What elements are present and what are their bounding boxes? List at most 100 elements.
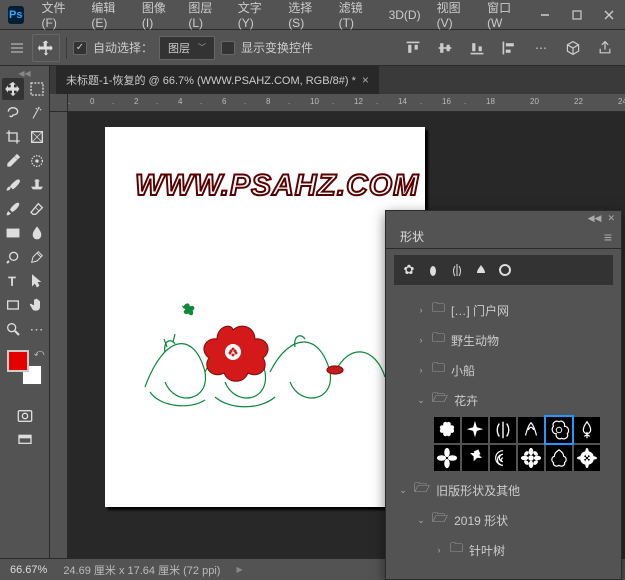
hand-tool[interactable] <box>26 294 48 316</box>
show-transform-checkbox[interactable] <box>221 41 235 55</box>
move-tool-indicator[interactable] <box>32 34 60 62</box>
zoom-tool[interactable] <box>2 318 24 340</box>
window-controls <box>529 0 625 30</box>
shape-preview-1[interactable]: ✿ <box>398 259 420 281</box>
menu-3d[interactable]: 3D(D) <box>381 8 429 22</box>
minimize-button[interactable] <box>529 0 561 30</box>
autoselect-dropdown[interactable]: 图层 ﹀ <box>159 36 215 60</box>
shape-thumb[interactable] <box>518 445 544 471</box>
tree-item-flower[interactable]: ⌄ 🗁 花卉 <box>386 385 621 415</box>
3d-mode-icon[interactable] <box>561 36 585 60</box>
tree-item-conifer[interactable]: › 🗀 针叶树 <box>386 535 621 565</box>
eraser-tool[interactable] <box>26 198 48 220</box>
blur-tool[interactable] <box>26 222 48 244</box>
chevron-down-icon: ⌄ <box>416 515 426 526</box>
shape-thumb[interactable] <box>434 445 460 471</box>
shapes-panel[interactable]: ◀◀ ✕ 形状 ≡ ✿ › 🗀 […] 门户网 › 🗀 野生动物 › 🗀 小船 … <box>385 210 622 580</box>
history-brush-tool[interactable] <box>2 198 24 220</box>
shape-thumb[interactable] <box>518 417 544 443</box>
tree-label: […] 门户网 <box>451 302 509 319</box>
rectangle-tool[interactable] <box>2 294 24 316</box>
vertical-ruler[interactable] <box>50 112 68 558</box>
type-tool[interactable]: T <box>2 270 24 292</box>
clone-stamp-tool[interactable] <box>26 174 48 196</box>
tree-label: 旧版形状及其他 <box>436 482 520 499</box>
autoselect-checkbox[interactable]: ✓ <box>73 41 87 55</box>
frame-tool[interactable] <box>26 126 48 148</box>
document-dimensions: 24.69 厘米 x 17.64 厘米 (72 ppi) <box>63 562 220 578</box>
align-left-icon[interactable] <box>497 36 521 60</box>
panel-menu-icon[interactable]: ≡ <box>604 229 613 245</box>
options-menu-icon[interactable] <box>8 42 26 54</box>
panel-close-icon[interactable]: ✕ <box>607 213 615 224</box>
shape-thumb[interactable] <box>490 417 516 443</box>
menu-edit[interactable]: 编辑(E) <box>83 0 133 30</box>
status-menu-icon[interactable]: ▶ <box>236 565 242 574</box>
panel-collapse-icon[interactable]: ◀◀ <box>588 213 602 224</box>
shape-thumb[interactable] <box>546 445 572 471</box>
menu-image[interactable]: 图像(I) <box>134 0 180 30</box>
shape-thumb-selected[interactable] <box>546 417 572 443</box>
align-vcenter-icon[interactable] <box>433 36 457 60</box>
path-select-tool[interactable] <box>26 270 48 292</box>
align-more-icon[interactable]: ⋯ <box>529 36 553 60</box>
close-button[interactable] <box>593 0 625 30</box>
foreground-swatch[interactable] <box>7 350 29 372</box>
dodge-tool[interactable] <box>2 246 24 268</box>
folder-icon: 🗀 <box>432 329 445 351</box>
tree-label: 花卉 <box>454 392 478 409</box>
tab-close-icon[interactable]: × <box>362 73 369 87</box>
brush-tool[interactable] <box>2 174 24 196</box>
shape-thumb[interactable] <box>434 417 460 443</box>
shape-preview-5[interactable] <box>494 259 516 281</box>
shape-thumb[interactable] <box>574 417 600 443</box>
edit-toolbar[interactable]: ⋯ <box>26 318 48 340</box>
move-tool[interactable] <box>2 78 24 100</box>
align-bottom-icon[interactable] <box>465 36 489 60</box>
toolbox-collapse[interactable]: ◀◀ <box>0 68 49 78</box>
align-top-icon[interactable] <box>401 36 425 60</box>
swap-colors-icon[interactable]: ⤺ <box>34 348 45 359</box>
shape-thumb[interactable] <box>490 445 516 471</box>
tree-item-wild[interactable]: › 🗀 野生动物 <box>386 325 621 355</box>
share-icon[interactable] <box>593 36 617 60</box>
shapes-tab[interactable]: 形状 <box>394 224 430 249</box>
crop-tool[interactable] <box>2 126 24 148</box>
horizontal-ruler[interactable]: .0.2.4.6.8.10.12.14.16.18202224 <box>68 94 625 112</box>
screenmode-tool[interactable] <box>13 430 37 450</box>
menu-layer[interactable]: 图层(L) <box>180 0 229 30</box>
marquee-tool[interactable] <box>26 78 48 100</box>
shape-thumb[interactable] <box>462 445 488 471</box>
document-tab[interactable]: 未标题-1-恢复的 @ 66.7% (WWW.PSAHZ.COM, RGB/8#… <box>56 66 379 94</box>
title-bar: Ps 文件(F) 编辑(E) 图像(I) 图层(L) 文字(Y) 选择(S) 滤… <box>0 0 625 30</box>
tree-label: 2019 形状 <box>454 512 508 529</box>
quickmask-tool[interactable] <box>13 406 37 426</box>
menu-type[interactable]: 文字(Y) <box>230 0 280 30</box>
menu-select[interactable]: 选择(S) <box>280 0 330 30</box>
shape-preview-4[interactable] <box>470 259 492 281</box>
maximize-button[interactable] <box>561 0 593 30</box>
lasso-tool[interactable] <box>2 102 24 124</box>
menu-file[interactable]: 文件(F) <box>34 0 84 30</box>
document-canvas[interactable]: WWW.PSAHZ.COM <box>105 127 425 507</box>
pen-tool[interactable] <box>26 246 48 268</box>
color-swatches[interactable]: ⤺ <box>7 350 43 386</box>
menu-view[interactable]: 视图(V) <box>429 0 479 30</box>
tree-item-2019[interactable]: ⌄ 🗁 2019 形状 <box>386 505 621 535</box>
shape-thumb[interactable] <box>574 445 600 471</box>
shape-preview-2[interactable] <box>422 259 444 281</box>
tree-item-boat[interactable]: › 🗀 小船 <box>386 355 621 385</box>
eyedropper-tool[interactable] <box>2 150 24 172</box>
menu-window[interactable]: 窗口(W <box>479 0 529 30</box>
tree-item-legacy[interactable]: ⌄ 🗁 旧版形状及其他 <box>386 475 621 505</box>
zoom-level[interactable]: 66.67% <box>10 564 47 576</box>
tree-item-cut[interactable]: › 🗀 […] 门户网 <box>386 295 621 325</box>
autoselect-label: 自动选择： <box>93 39 153 56</box>
shape-thumb[interactable] <box>462 417 488 443</box>
menu-filter[interactable]: 滤镜(T) <box>331 0 381 30</box>
magic-wand-tool[interactable] <box>26 102 48 124</box>
healing-tool[interactable] <box>26 150 48 172</box>
gradient-tool[interactable] <box>2 222 24 244</box>
shape-preview-3[interactable] <box>446 259 468 281</box>
ruler-origin[interactable] <box>50 94 68 112</box>
